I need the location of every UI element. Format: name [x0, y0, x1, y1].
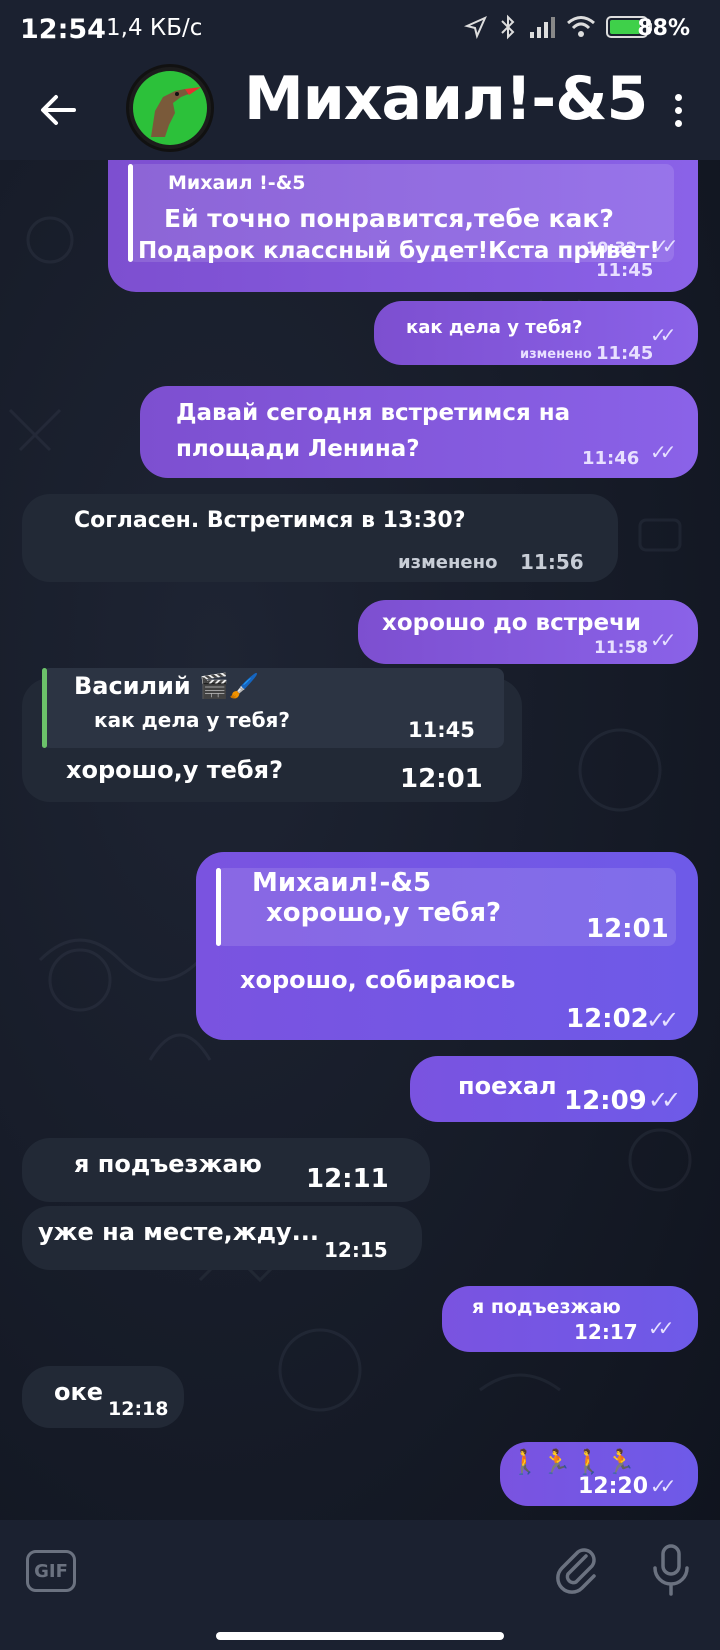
outgoing-message[interactable]: поехал 12:09 ✓✓ [410, 1056, 698, 1122]
microphone-icon [653, 1544, 689, 1596]
read-ticks-icon: ✓✓ [648, 1316, 674, 1340]
incoming-message[interactable]: Согласен. Встретимся в 13:30? изменено 1… [22, 494, 618, 582]
message-text: хорошо до встречи [382, 610, 642, 636]
location-icon [464, 16, 487, 39]
bluetooth-icon [501, 14, 515, 40]
quote-text: как дела у тебя? [94, 708, 290, 732]
message-text: Согласен. Встретимся в 13:30? [74, 508, 466, 533]
chat-title[interactable]: Михаил!-&5 [244, 64, 648, 134]
gif-button[interactable]: GIF [26, 1550, 76, 1592]
message-time: 12:02 [566, 1004, 649, 1034]
read-ticks-icon: ✓✓ [648, 1086, 681, 1114]
message-time: 12:11 [306, 1164, 389, 1194]
read-ticks-icon: ✓✓ [650, 440, 676, 464]
message-emoji: 🚶🏃🚶🏃 [510, 1448, 638, 1476]
message-text: как дела у тебя? [406, 317, 583, 338]
status-bar: 12:54 1,4 КБ/с 88% [0, 0, 720, 60]
message-text: хорошо, собираюсь [240, 966, 516, 994]
message-text-line2: площади Ленина? [176, 436, 420, 462]
reply-quote[interactable]: Михаил!-&5 хорошо,у тебя? 12:01 [216, 868, 676, 946]
status-time: 12:54 [20, 14, 106, 45]
read-ticks-icon: ✓✓ [650, 1474, 676, 1498]
quote-bar [216, 868, 221, 946]
quote-bar [42, 668, 47, 748]
quote-author: Василий 🎬🖌️ [74, 672, 259, 700]
home-indicator[interactable] [216, 1632, 504, 1640]
read-ticks-icon: ✓✓ [650, 323, 676, 347]
back-arrow-icon [41, 95, 76, 125]
message-text: я подъезжаю [74, 1150, 262, 1178]
read-ticks-icon: ✓✓ [650, 628, 676, 652]
status-network-speed: 1,4 КБ/с [106, 15, 203, 41]
outgoing-message[interactable]: я подъезжаю 12:17 ✓✓ [442, 1286, 698, 1352]
edited-label: изменено [398, 552, 498, 573]
gif-icon: GIF [34, 1560, 68, 1582]
outgoing-message[interactable]: 🚶🏃🚶🏃 12:20 ✓✓ [500, 1442, 698, 1506]
message-text: оке [54, 1378, 104, 1406]
quote-bar [128, 164, 133, 262]
incoming-message[interactable]: я подъезжаю 12:11 [22, 1138, 430, 1202]
microphone-button[interactable] [646, 1542, 696, 1598]
outgoing-message[interactable]: Михаил!-&5 хорошо,у тебя? 12:01 хорошо, … [196, 852, 698, 1040]
status-icons [464, 14, 652, 40]
message-text: хорошо,у тебя? [66, 756, 284, 784]
message-time: 11:58 [594, 638, 649, 658]
battery-percent: 88% [637, 16, 690, 41]
paperclip-icon [556, 1548, 596, 1594]
read-ticks-icon: ✓✓ [646, 1006, 679, 1034]
reply-quote[interactable]: Василий 🎬🖌️ как дела у тебя? 11:45 [42, 668, 504, 748]
back-button[interactable] [30, 82, 86, 138]
message-text: я подъезжаю [472, 1296, 621, 1318]
more-options-button[interactable] [658, 80, 698, 140]
incoming-message[interactable]: оке 12:18 [22, 1366, 184, 1428]
quote-author: Михаил!-&5 [252, 868, 432, 898]
message-time: 12:17 [574, 1320, 638, 1344]
message-time: 12:20 [578, 1474, 649, 1499]
message-text: поехал [458, 1072, 557, 1100]
more-vert-icon [674, 93, 682, 101]
message-time: 12:09 [564, 1086, 647, 1116]
message-time: 12:18 [108, 1398, 169, 1420]
edited-label: изменено [520, 347, 592, 362]
message-time: 11:45 [596, 343, 654, 364]
message-time: 12:15 [324, 1238, 388, 1262]
incoming-message[interactable]: уже на месте,жду... 12:15 [22, 1206, 422, 1270]
message-text-line1: Давай сегодня встретимся на [176, 400, 571, 426]
incoming-message[interactable]: Василий 🎬🖌️ как дела у тебя? 11:45 хорош… [22, 668, 522, 802]
chat-header: Михаил!-&5 [0, 60, 720, 160]
message-time: 11:46 [582, 448, 640, 469]
outgoing-message[interactable]: как дела у тебя? изменено 11:45 ✓✓ [374, 301, 698, 365]
outgoing-message[interactable]: хорошо до встречи 11:58 ✓✓ [358, 600, 698, 664]
message-text: Подарок классный будет!Кста привет! [138, 238, 660, 264]
message-time: 12:01 [400, 764, 483, 794]
quote-time: 11:45 [408, 718, 475, 742]
message-list[interactable]: Михаил !-&5 Ей точно понравится,тебе как… [0, 160, 720, 1520]
message-text: уже на месте,жду... [38, 1218, 319, 1246]
outgoing-message[interactable]: Михаил !-&5 Ей точно понравится,тебе как… [108, 160, 698, 292]
quote-time: 12:01 [586, 914, 669, 944]
message-time: 11:45 [596, 260, 654, 281]
quote-text: Ей точно понравится,тебе как? [164, 204, 614, 233]
signal-icon [530, 17, 555, 38]
avatar[interactable] [126, 64, 214, 152]
wifi-icon [567, 16, 595, 37]
quote-text: хорошо,у тебя? [266, 898, 502, 928]
read-ticks-icon: ✓✓ [652, 234, 678, 258]
avatar-dinosaur-icon [133, 71, 207, 145]
outgoing-message[interactable]: Давай сегодня встретимся на площади Лени… [140, 386, 698, 478]
attach-button[interactable] [552, 1544, 602, 1594]
message-input-bar: GIF [0, 1520, 720, 1650]
quote-author: Михаил !-&5 [168, 172, 306, 194]
message-time: 11:56 [520, 550, 584, 574]
